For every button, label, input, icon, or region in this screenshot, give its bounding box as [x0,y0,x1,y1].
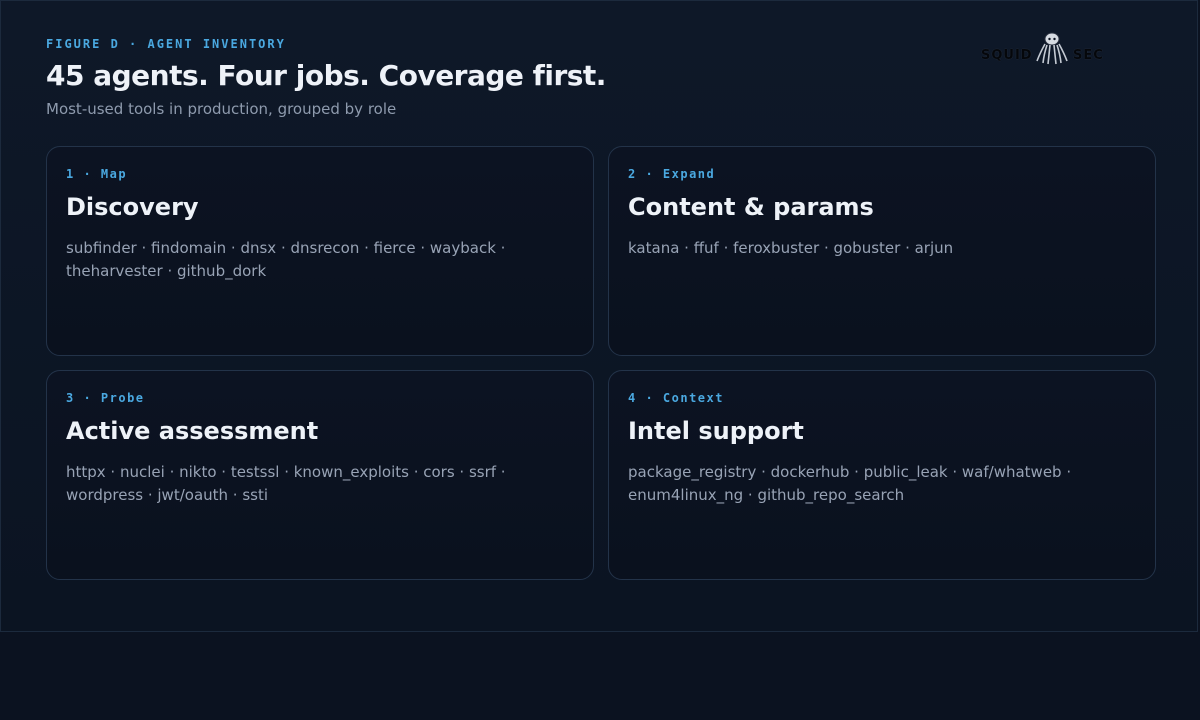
card-tool-list: package_registry · dockerhub · public_le… [628,463,1072,504]
card-tool-list: subfinder · findomain · dnsx · dnsrecon … [66,239,506,280]
squid-icon [1036,32,1068,65]
card-active-assessment: 3 · Probe Active assessment httpx · nucl… [46,370,594,580]
card-tool-list: katana · ffuf · feroxbuster · gobuster ·… [628,239,954,257]
card-title: Active assessment [66,417,319,445]
page-subtitle: Most-used tools in production, grouped b… [46,100,397,118]
card-step-label: 3 · Probe [66,391,145,405]
card-title: Discovery [66,193,199,221]
card-step-label: 2 · Expand [628,167,716,181]
brand-logo: SQUID SEC [981,31,1103,67]
card-title: Content & params [628,193,874,221]
card-step-label: 1 · Map [66,167,128,181]
card-content-params: 2 · Expand Content & params katana · ffu… [608,146,1156,356]
card-step-label: 4 · Context [628,391,724,405]
page-title: 45 agents. Four jobs. Coverage first. [46,59,606,92]
card-title: Intel support [628,417,804,445]
figure-eyebrow: FIGURE D · AGENT INVENTORY [46,37,286,51]
card-discovery: 1 · Map Discovery subfinder · findomain … [46,146,594,356]
logo-word-right: SEC [1073,48,1104,63]
card-intel-support: 4 · Context Intel support package_regist… [608,370,1156,580]
slide-frame: FIGURE D · AGENT INVENTORY 45 agents. Fo… [0,0,1198,632]
card-tool-list: httpx · nuclei · nikto · testssl · known… [66,463,506,504]
logo-word-left: SQUID [981,48,1033,63]
